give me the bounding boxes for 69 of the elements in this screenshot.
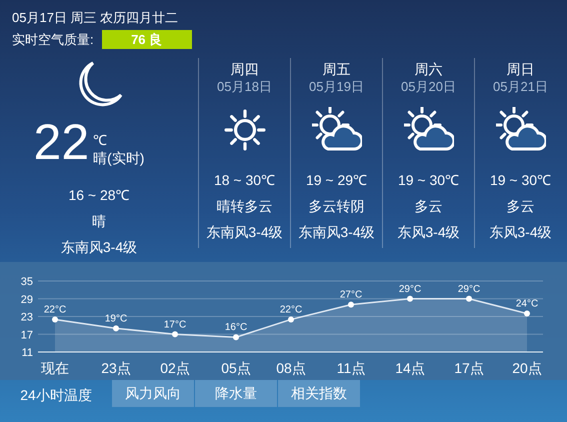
unit-text: ℃ [93, 131, 108, 149]
axis-tick-label: 11点 [336, 360, 366, 376]
weather-text: 晴 [92, 212, 106, 231]
weather-text: 多云 [414, 197, 442, 216]
axis-tick-label: 29 [20, 294, 33, 306]
temperature-range: 18 ~ 30℃ [214, 171, 276, 190]
tab[interactable]: 相关指数 [278, 380, 360, 407]
aqi-label: 实时空气质量: [12, 31, 94, 49]
day-text: 周五 [322, 60, 350, 78]
day-text: 周四 [230, 60, 258, 78]
date-text: 05月18日 [217, 78, 272, 96]
value-label: 24°C [516, 298, 538, 310]
data-point [172, 331, 178, 338]
wind-text: 东风3-4级 [397, 223, 460, 242]
axis-tick-label: 05点 [221, 360, 251, 376]
date-text: 05月17日 周三 农历四月廿二 [12, 9, 180, 27]
temperature-range: 19 ~ 30℃ [490, 171, 552, 190]
axis-tick-label: 23点 [101, 360, 131, 376]
temperature-range: 16 ~ 28℃ [68, 186, 130, 205]
wind-text: 东南风3-4级 [298, 223, 375, 242]
axis-tick-label: 08点 [276, 360, 306, 376]
date-text: 05月20日 [401, 78, 456, 96]
value-label: 17°C [164, 319, 186, 330]
value-label: 29°C [398, 284, 422, 295]
axis-tick-label: 17点 [454, 360, 484, 376]
temperature-range: 19 ~ 29℃ [306, 171, 368, 190]
sun-cloud-icon [496, 107, 546, 153]
tab[interactable]: 降水量 [195, 380, 277, 407]
condition-text: 晴(实时) [93, 149, 144, 167]
weather-text: 多云 [506, 197, 534, 216]
date-text: 05月21日 [493, 78, 548, 96]
data-point [52, 316, 58, 322]
data-point [233, 334, 239, 340]
temperature-range: 19 ~ 30℃ [398, 171, 460, 190]
axis-tick-label: 02点 [160, 360, 190, 376]
axis-tick-label: 现在 [41, 360, 69, 376]
day-text: 周六 [414, 60, 442, 78]
sun-icon [224, 109, 266, 151]
axis-tick-label: 20点 [512, 360, 542, 376]
axis-tick-label: 11 [22, 347, 33, 359]
value-label: 16°C [224, 322, 248, 334]
sun-cloud-icon [404, 107, 454, 153]
data-point [113, 325, 119, 332]
data-point [348, 302, 354, 308]
data-point [407, 296, 413, 302]
tab[interactable]: 24小时温度 [0, 380, 112, 410]
tab[interactable]: 风力风向 [112, 380, 194, 407]
weather-text: 多云转阴 [308, 197, 364, 216]
value-label: 29°C [458, 284, 480, 295]
axis-tick-label: 23 [20, 312, 33, 324]
weather-text: 晴转多云 [216, 197, 272, 216]
wind-text: 东南风3-4级 [206, 223, 283, 242]
data-point [524, 310, 530, 317]
value-label: 22°C [44, 304, 66, 316]
sun-cloud-icon [312, 107, 362, 153]
value-label: 22°C [280, 304, 302, 316]
data-point [466, 296, 472, 302]
value-label: 19°C [104, 313, 128, 324]
date-text: 05月19日 [309, 78, 364, 96]
day-text: 周日 [506, 60, 534, 78]
axis-tick-label: 35 [20, 276, 33, 288]
wind-text: 东风3-4级 [489, 223, 552, 242]
data-point [288, 316, 294, 322]
value-label: 27°C [340, 290, 362, 301]
wind-text: 东南风3-4级 [60, 238, 138, 257]
axis-tick-label: 17 [20, 329, 33, 342]
temperature-text: 22 [34, 117, 90, 167]
axis-tick-label: 14点 [395, 360, 425, 376]
aqi-badge: 76 良 [102, 30, 192, 50]
